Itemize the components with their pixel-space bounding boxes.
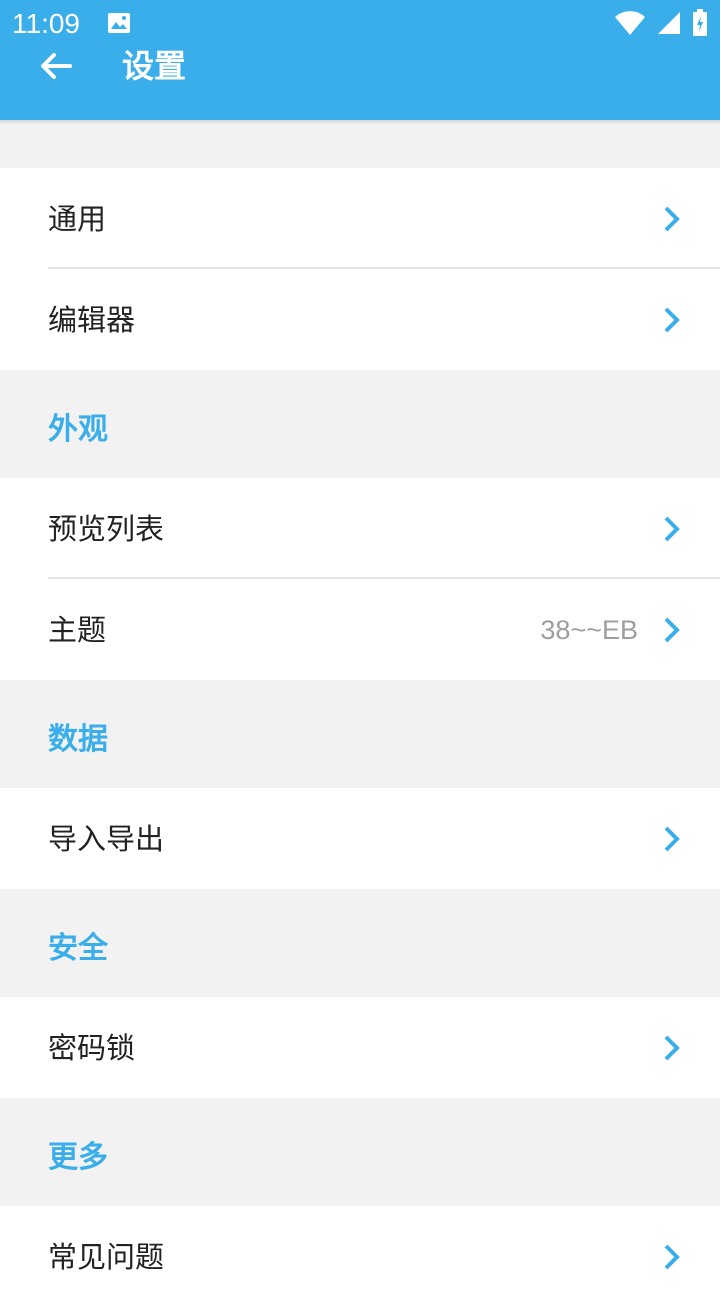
settings-list: 通用 编辑器 外观 预览列表 主题 38~~EB 数据 导入导出 安全 密码锁 … [0,120,720,1307]
section-header-appearance: 外观 [48,412,108,447]
settings-row-import-export[interactable]: 导入导出 [0,788,720,889]
row-label: 导入导出 [48,821,165,856]
status-time: 11:09 [12,8,80,39]
settings-row-faq[interactable]: 常见问题 [0,1206,720,1307]
group-general: 通用 编辑器 [0,168,720,370]
theme-value: 38~~EB [540,614,638,645]
section-header-security: 安全 [48,931,108,966]
settings-row-theme[interactable]: 主题 38~~EB [0,579,720,680]
chevron-right-icon [664,826,680,852]
chevron-right-icon [664,206,680,232]
arrow-left-icon [41,53,72,79]
battery-icon [692,9,708,41]
section-header-more: 更多 [48,1140,108,1175]
chevron-right-icon [664,617,680,643]
row-label: 常见问题 [48,1239,165,1274]
row-label: 编辑器 [48,302,136,337]
back-button[interactable] [36,46,76,86]
group-more: 常见问题 [0,1206,720,1307]
settings-row-preview-list[interactable]: 预览列表 [0,478,720,579]
group-data: 导入导出 [0,788,720,889]
signal-icon [656,10,682,40]
row-label: 密码锁 [48,1030,136,1065]
settings-row-password-lock[interactable]: 密码锁 [0,997,720,1098]
page-title: 设置 [122,47,187,85]
row-label: 通用 [48,201,107,236]
settings-row-general[interactable]: 通用 [0,168,720,269]
chevron-right-icon [664,1035,680,1061]
settings-row-editor[interactable]: 编辑器 [0,269,720,370]
app-bar: 11:09 设置 [0,0,720,120]
wifi-icon [614,9,646,41]
chevron-right-icon [664,516,680,542]
group-security: 密码锁 [0,997,720,1098]
row-label: 主题 [48,612,107,647]
group-appearance: 预览列表 主题 38~~EB [0,478,720,680]
top-spacer [0,120,720,168]
section-header-data: 数据 [48,722,108,757]
image-notification-icon [107,12,131,38]
status-icons [614,9,708,41]
chevron-right-icon [664,1244,680,1270]
row-label: 预览列表 [48,511,165,546]
chevron-right-icon [664,307,680,333]
